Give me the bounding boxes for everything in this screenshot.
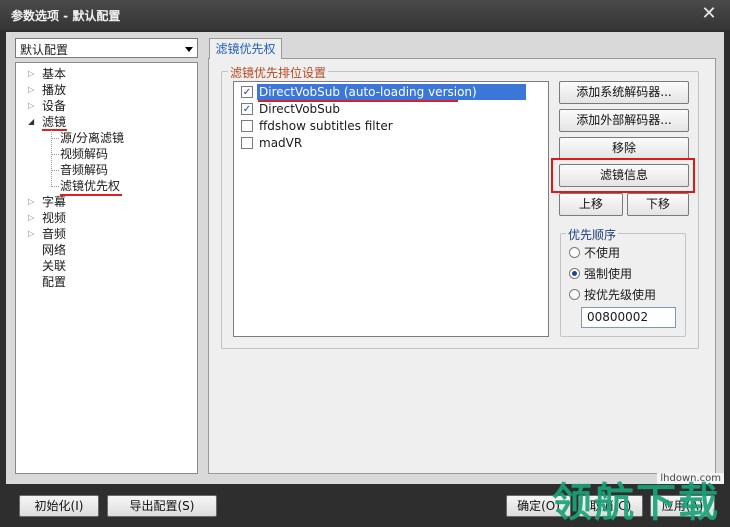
tree-item-label: 源/分离滤镜 (60, 131, 125, 145)
tree-item-label: 字幕 (42, 195, 67, 209)
add-system-decoder-button[interactable]: 添加系统解码器... (559, 81, 689, 104)
filter-list[interactable]: ✓ DirectVobSub (auto-loading version) ✓ … (233, 81, 549, 337)
radio-label: 按优先级使用 (584, 288, 657, 302)
filter-name: madVR (259, 136, 303, 150)
filter-name: ffdshow subtitles filter (259, 119, 393, 133)
move-down-button[interactable]: 下移 (627, 193, 689, 216)
window-title: 参数选项 - 默认配置 (11, 9, 121, 23)
move-up-button[interactable]: 上移 (559, 193, 623, 216)
profile-combo-value: 默认配置 (20, 43, 69, 57)
tree-item-label: 关联 (42, 259, 67, 273)
title-bar: 参数选项 - 默认配置 ✕ (0, 0, 730, 30)
radio-label: 不使用 (584, 246, 621, 260)
expand-icon[interactable]: ▷ (28, 210, 38, 226)
profile-combo[interactable]: 默认配置 (15, 38, 198, 58)
checkbox[interactable] (241, 137, 253, 149)
radio-label: 强制使用 (584, 267, 633, 281)
priority-value-field[interactable]: 00800002 (581, 307, 676, 328)
tree-item-label: 音频解码 (60, 163, 109, 177)
settings-window: 参数选项 - 默认配置 ✕ 默认配置 ▷ 基本 ▷ 播放 ▷ 设备 ◢ 滤镜 源… (0, 0, 730, 527)
tree-item-label: 音频 (42, 227, 67, 241)
list-item[interactable]: madVR (234, 135, 550, 151)
tree-item-label: 滤镜 (42, 115, 67, 129)
group-title: 滤镜优先排位设置 (228, 64, 329, 81)
export-config-button[interactable]: 导出配置(S) (107, 495, 217, 517)
tree-item-label: 播放 (42, 83, 67, 97)
chevron-down-icon[interactable] (185, 47, 193, 52)
expand-icon[interactable]: ▷ (28, 66, 38, 82)
expand-icon[interactable]: ▷ (28, 226, 38, 242)
expand-icon[interactable]: ▷ (28, 194, 38, 210)
watermark-brand: 领航下载 (552, 480, 720, 526)
tree-item-label: 滤镜优先权 (60, 179, 121, 193)
watermark: lhdown.com 领航下载 (548, 465, 730, 527)
tree-guide-line (51, 138, 59, 139)
expand-icon[interactable]: ▷ (28, 98, 38, 114)
tab-filter-priority[interactable]: 滤镜优先权 (209, 38, 282, 59)
remove-button[interactable]: 移除 (559, 137, 689, 160)
list-item[interactable]: ✓ DirectVobSub (auto-loading version) (234, 84, 550, 100)
tree-item-label: 基本 (42, 67, 67, 81)
tree-item-label: 视频解码 (60, 147, 109, 161)
priority-order-title: 优先顺序 (566, 226, 619, 243)
close-icon[interactable]: ✕ (696, 3, 722, 25)
tree-guide-line (51, 154, 59, 155)
filter-name: DirectVobSub (259, 102, 341, 116)
tree-item-label: 网络 (42, 243, 67, 257)
initialize-button[interactable]: 初始化(I) (19, 495, 99, 517)
list-item[interactable]: ffdshow subtitles filter (234, 118, 550, 134)
expand-icon[interactable]: ▷ (28, 82, 38, 98)
filter-info-button[interactable]: 滤镜信息 (559, 164, 689, 187)
collapse-icon[interactable]: ◢ (28, 114, 38, 130)
checkbox[interactable]: ✓ (241, 86, 253, 98)
radio-button-selected[interactable] (569, 268, 580, 279)
checkbox[interactable]: ✓ (241, 103, 253, 115)
filter-name: DirectVobSub (auto-loading version) (257, 84, 526, 100)
tree-item-label: 视频 (42, 211, 67, 225)
settings-tree[interactable]: ▷ 基本 ▷ 播放 ▷ 设备 ◢ 滤镜 源/分离滤镜 视频解码 音频解码 滤镜优… (15, 62, 198, 474)
tree-guide-line (51, 170, 59, 171)
annotation-underline (60, 194, 122, 196)
add-external-decoder-button[interactable]: 添加外部解码器... (559, 109, 689, 132)
list-item[interactable]: ✓ DirectVobSub (234, 101, 550, 117)
radio-button[interactable] (569, 289, 580, 300)
checkbox[interactable] (241, 120, 253, 132)
tree-item-label: 设备 (42, 99, 67, 113)
tree-item-label: 配置 (42, 275, 67, 289)
radio-button[interactable] (569, 247, 580, 258)
tree-guide-line (51, 186, 59, 187)
